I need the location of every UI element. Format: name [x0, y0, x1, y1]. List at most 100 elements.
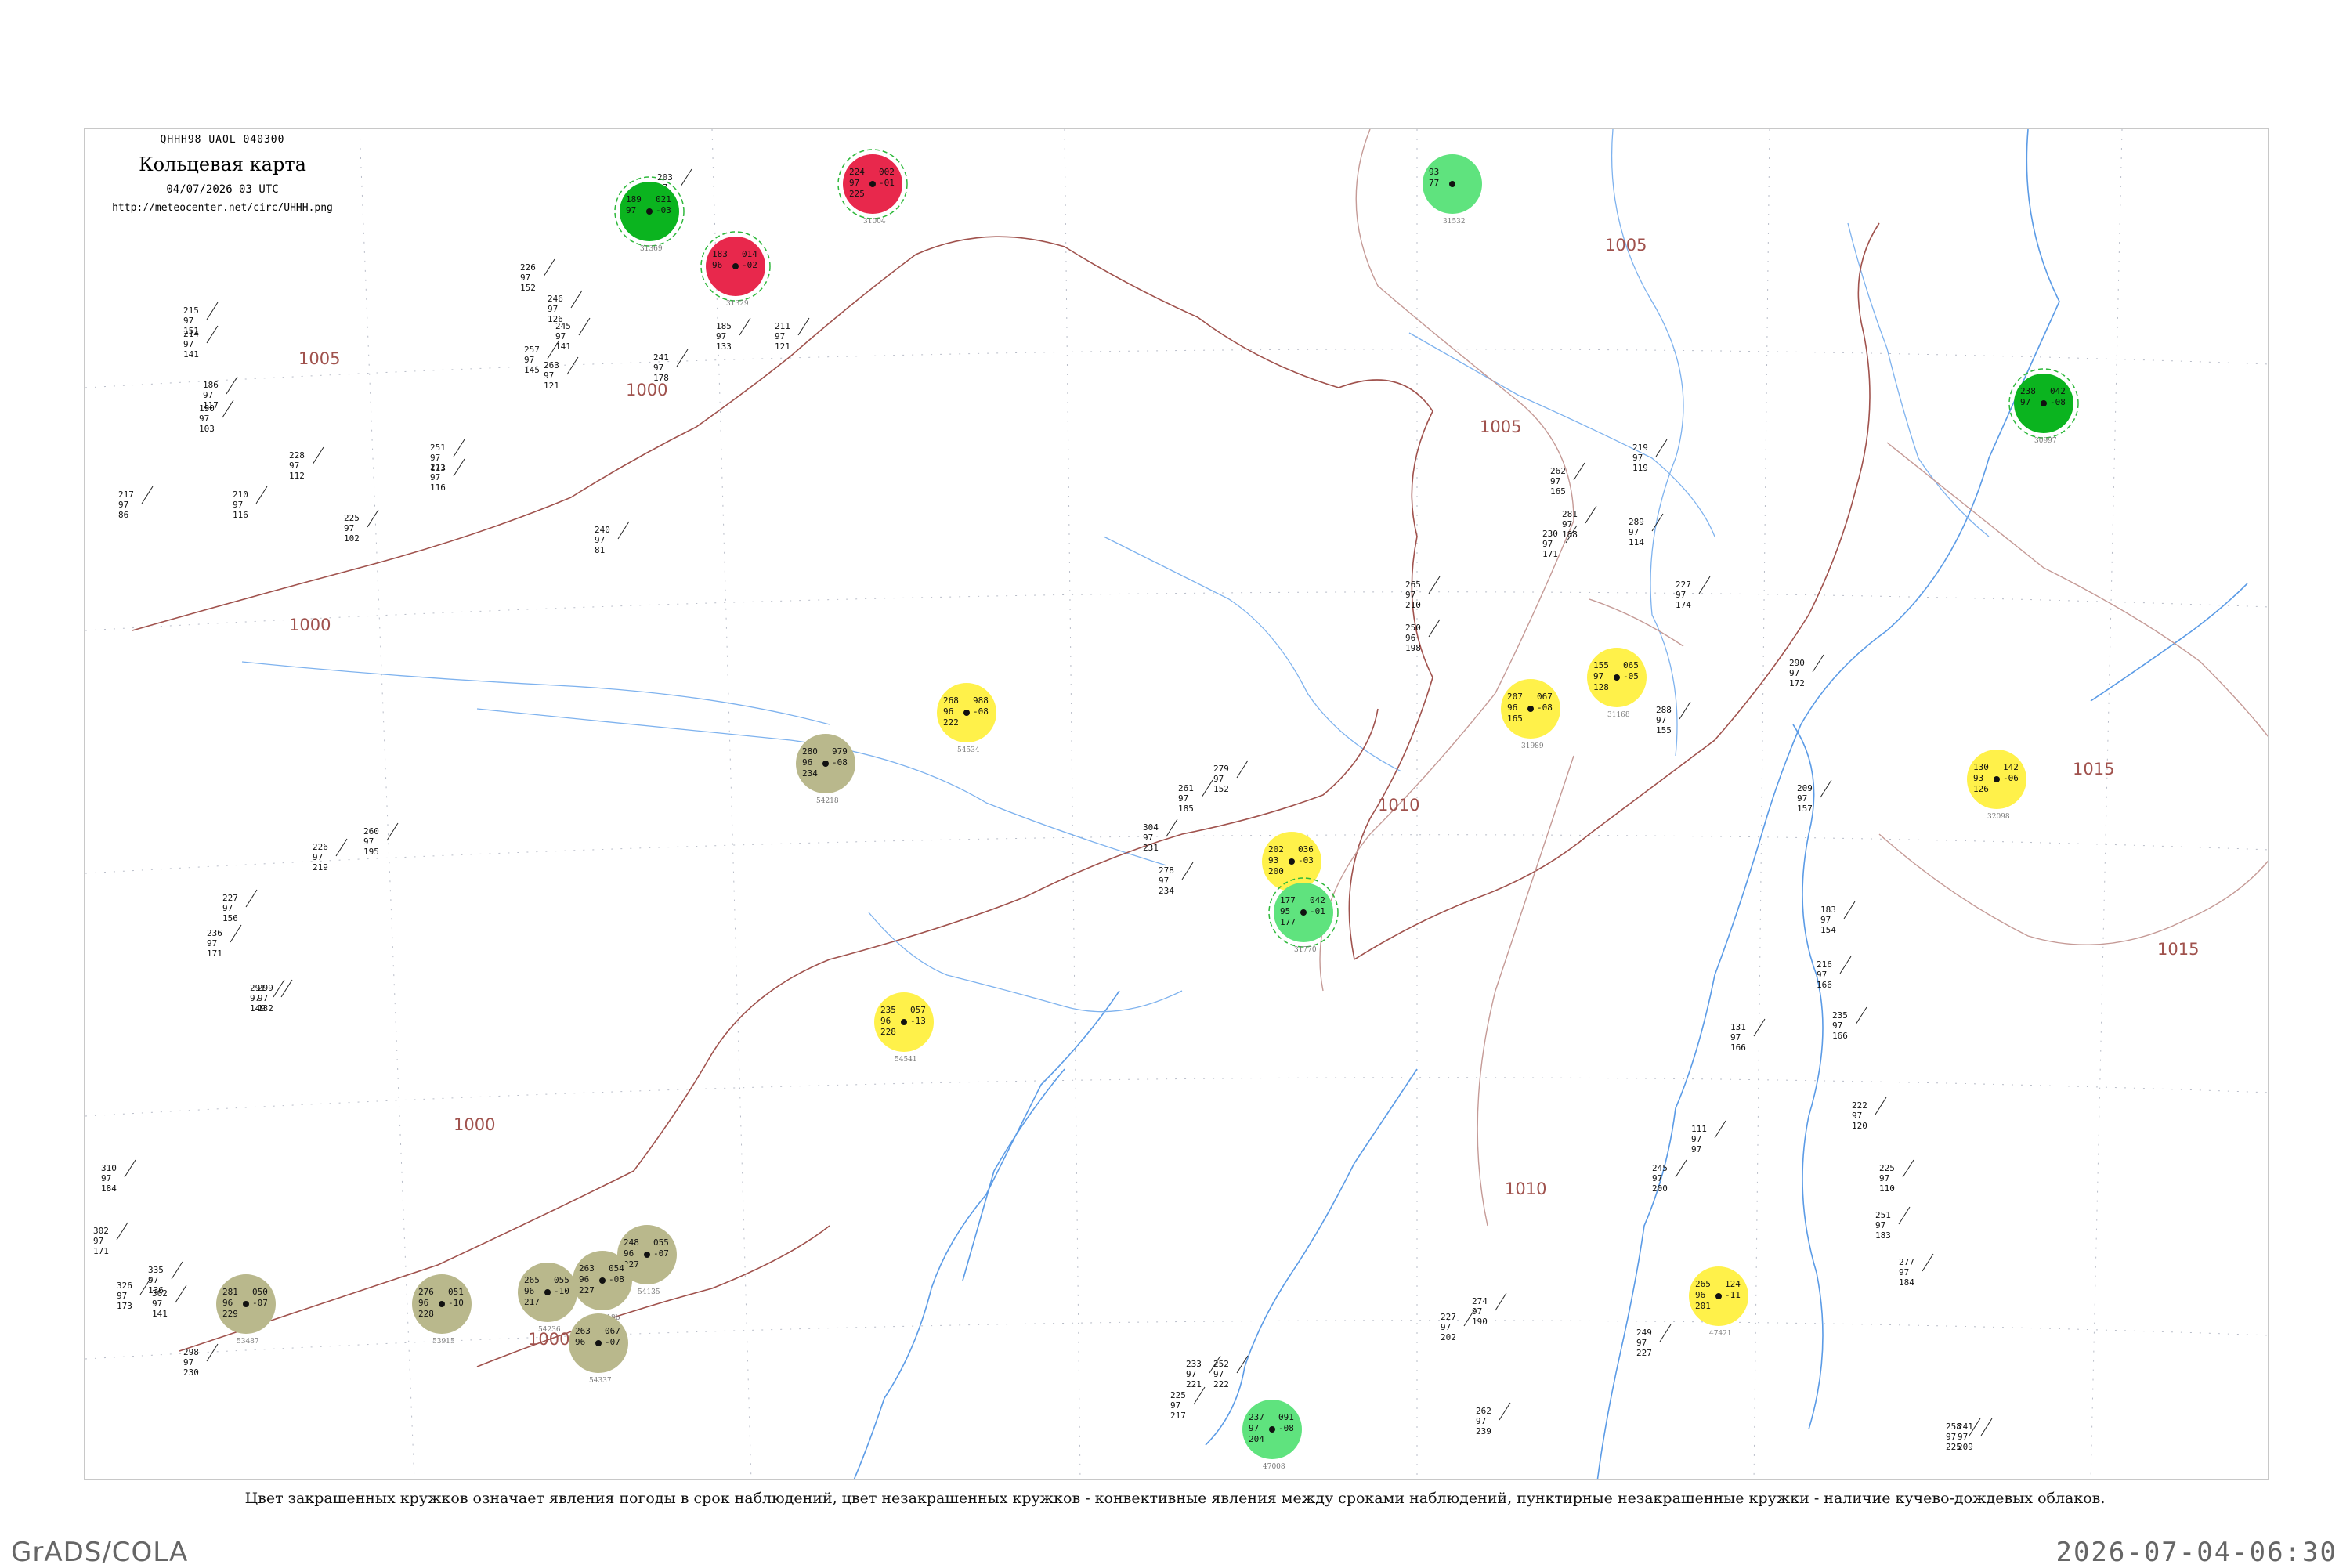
station-dot [964, 710, 970, 716]
plain-station: 24697126 [548, 290, 583, 324]
station-value: 227 [1676, 580, 1691, 590]
wind-barb [1659, 1324, 1672, 1342]
station-index: 31004 [863, 218, 886, 226]
station-value: -08 [1537, 703, 1553, 713]
station-value: 326 [117, 1281, 132, 1291]
footer-timestamp: 2026-07-04-06:30 [2055, 1537, 2337, 1568]
station-value: 97 [1797, 793, 1807, 804]
wind-barb [453, 458, 465, 477]
station-value: 97 [555, 331, 566, 341]
station-value: 091 [1278, 1412, 1294, 1422]
station-value: -08 [973, 706, 989, 717]
wind-barb [578, 317, 591, 336]
station-value: 97 [1875, 1220, 1885, 1230]
station-value: 036 [1298, 844, 1314, 854]
station-value: 97 [1652, 1173, 1662, 1183]
station-value: 014 [742, 249, 757, 259]
station-value: 225 [344, 513, 360, 523]
station-value: 97 [1730, 1032, 1741, 1042]
station-value: 97 [1632, 453, 1643, 463]
station-value: 268 [943, 695, 959, 706]
station-dot [595, 1340, 602, 1346]
station-value: 228 [418, 1309, 434, 1319]
isobar-label-1015-east: 1015 [2157, 940, 2199, 959]
station-value: 227 [1636, 1348, 1652, 1358]
station-value: 051 [448, 1287, 464, 1297]
station-value: 119 [1632, 463, 1648, 473]
wind-barb [335, 838, 348, 857]
plain-station: 22697152 [520, 258, 555, 293]
station-value: -13 [910, 1016, 926, 1026]
station-value: 96 [418, 1298, 428, 1308]
station-dot [1994, 776, 2000, 782]
station-value: 335 [148, 1265, 164, 1275]
wind-barb [226, 376, 238, 395]
wind-barb [1428, 576, 1441, 594]
station-value: 251 [430, 443, 446, 453]
station-value: 241 [653, 352, 669, 363]
station-dot [1614, 674, 1620, 681]
station-value: 281 [1562, 509, 1578, 519]
station-value: 237 [1249, 1412, 1264, 1422]
station-47421: 265 124 96 -11 201 47421 [1689, 1266, 1748, 1338]
station-value: 97 [1159, 876, 1169, 886]
station-index: 31168 [1607, 711, 1630, 719]
plain-station: 32697173 [117, 1277, 152, 1311]
plain-station: 22797202 [1441, 1308, 1476, 1342]
station-value: 97 [1946, 1432, 1956, 1442]
station-54236: 265 055 96 -10 217 54236 [518, 1263, 577, 1334]
station-value: 102 [344, 533, 360, 544]
station-value: 120 [1852, 1121, 1867, 1131]
plain-station: 29097172 [1789, 654, 1824, 688]
station-value: 145 [524, 365, 540, 375]
wind-barb [1236, 760, 1249, 779]
lat-lon-grid [85, 129, 2268, 1479]
station-value: 97 [1249, 1423, 1259, 1433]
plain-station: 21697166 [1817, 956, 1852, 990]
station-value: 93 [1973, 773, 1983, 783]
station-value: 261 [1178, 783, 1194, 793]
station-value: 186 [203, 380, 219, 390]
station-value: 141 [183, 349, 199, 359]
station-30997: 238 042 97 -08 30997 [2008, 368, 2079, 445]
station-value: 114 [1629, 537, 1644, 547]
station-value: 96 [579, 1274, 589, 1284]
station-value: 97 [1691, 1134, 1701, 1144]
wind-barb [141, 486, 154, 504]
station-31329: 183 014 96 -02 31329 [700, 231, 771, 308]
station-value: 224 [849, 167, 865, 177]
station-value: 157 [1797, 804, 1813, 814]
station-value: 97 [1213, 774, 1224, 784]
station-value: 97 [199, 414, 209, 424]
plain-station: 27797184 [1899, 1253, 1934, 1288]
station-dot [243, 1301, 249, 1307]
plain-station: 30297171 [93, 1222, 128, 1256]
station-value: 96 [222, 1298, 233, 1308]
station-value: 130 [1973, 762, 1989, 772]
source-url[interactable]: http://meteocenter.net/circ/UHHH.png [85, 202, 360, 214]
station-value: 055 [653, 1237, 669, 1248]
wind-barb [1843, 901, 1856, 919]
station-value: 281 [222, 1287, 238, 1297]
station-value: 165 [1507, 714, 1523, 724]
station-index: 54534 [957, 746, 980, 754]
station-value: 236 [207, 928, 222, 938]
wind-barb [1902, 1159, 1914, 1178]
wind-barb [1714, 1120, 1726, 1139]
plain-station: 2179786 [118, 486, 154, 520]
station-value: 131 [1730, 1022, 1746, 1032]
station-value: 235 [1832, 1010, 1848, 1021]
station-index: 31770 [1294, 946, 1317, 954]
station-value: 171 [207, 948, 222, 959]
station-value: 067 [605, 1326, 620, 1336]
station-value: 195 [363, 847, 379, 857]
station-32098: 130 142 93 -06 126 32098 [1967, 750, 2026, 821]
station-value: 230 [1542, 529, 1558, 539]
station-value: 229 [222, 1309, 238, 1319]
station-value: 204 [1249, 1434, 1264, 1444]
station-value: 96 [575, 1337, 585, 1347]
station-value: 190 [1472, 1317, 1488, 1327]
station-value: 171 [93, 1246, 109, 1256]
wind-barb [222, 399, 234, 418]
station-value: 97 [1170, 1400, 1180, 1411]
